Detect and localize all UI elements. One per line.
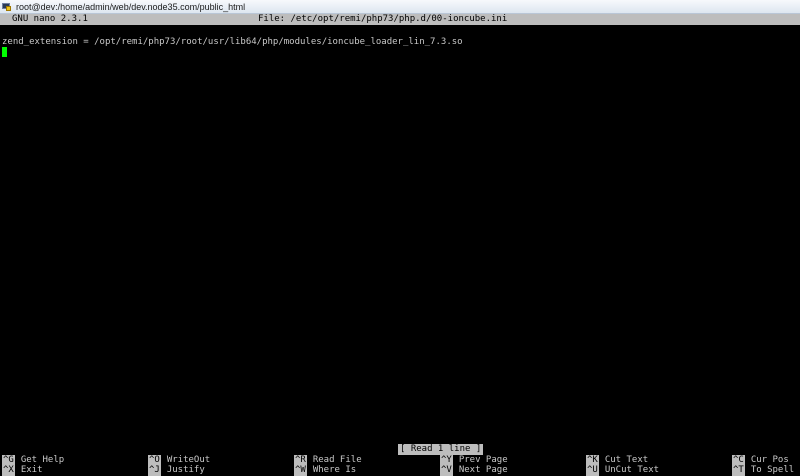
shortcut-key: ^J: [148, 465, 161, 476]
window-titlebar[interactable]: root@dev:/home/admin/web/dev.node35.com/…: [0, 0, 800, 14]
shortcut-key: ^V: [440, 465, 453, 476]
terminal-screen[interactable]: GNU nano 2.3.1 File: /etc/opt/remi/php73…: [0, 14, 800, 476]
shortcut-label: Exit: [20, 465, 43, 475]
shortcut-label: Where Is: [312, 465, 357, 475]
file-content-line[interactable]: zend_extension = /opt/remi/php73/root/us…: [2, 37, 463, 48]
shortcut-justify[interactable]: ^J Justify: [148, 465, 205, 476]
shortcut-key: ^U: [586, 465, 599, 476]
nano-version: GNU nano 2.3.1: [12, 14, 88, 24]
text-cursor: [2, 47, 7, 57]
shortcut-key: ^T: [732, 465, 745, 476]
window-title: root@dev:/home/admin/web/dev.node35.com/…: [16, 1, 246, 12]
shortcut-key: ^W: [294, 465, 307, 476]
shortcut-label: Justify: [166, 465, 205, 475]
shortcut-exit[interactable]: ^X Exit: [2, 465, 43, 476]
status-message: [ Read 1 line ]: [398, 444, 484, 455]
nano-header-bar: GNU nano 2.3.1 File: /etc/opt/remi/php73…: [0, 14, 800, 25]
nano-file-label: File: /etc/opt/remi/php73/php.d/00-ioncu…: [258, 14, 508, 24]
shortcut-label: UnCut Text: [604, 465, 660, 475]
shortcut-where-is[interactable]: ^W Where Is: [294, 465, 356, 476]
terminal-window: root@dev:/home/admin/web/dev.node35.com/…: [0, 0, 800, 476]
shortcut-key: ^X: [2, 465, 15, 476]
putty-icon[interactable]: [2, 2, 12, 12]
shortcut-to-spell[interactable]: ^T To Spell: [732, 465, 794, 476]
shortcut-label: To Spell: [750, 465, 795, 475]
shortcut-uncut-text[interactable]: ^U UnCut Text: [586, 465, 659, 476]
shortcut-label: Next Page: [458, 465, 508, 475]
shortcut-next-page[interactable]: ^V Next Page: [440, 465, 508, 476]
